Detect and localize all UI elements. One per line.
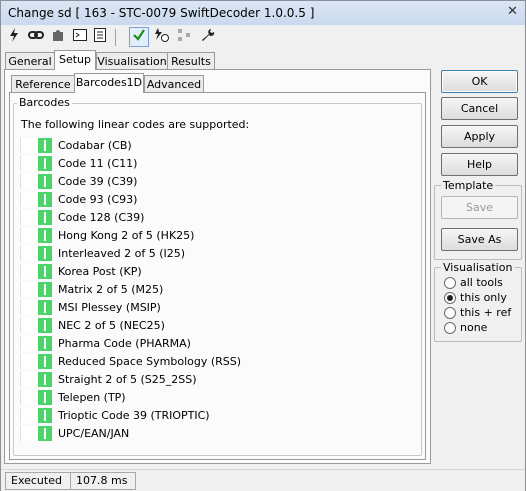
- lightning-icon[interactable]: [5, 28, 23, 46]
- enabled-indicator: [38, 390, 52, 405]
- enabled-indicator: [38, 156, 52, 171]
- timer-icon[interactable]: [153, 28, 171, 46]
- barcode-label: Codabar (CB): [58, 139, 132, 152]
- status-time: 107.8 ms: [70, 472, 136, 490]
- toolbar: [3, 27, 523, 49]
- apply-button[interactable]: Apply: [441, 125, 518, 148]
- barcode-label: Code 93 (C93): [58, 193, 138, 206]
- tab-results[interactable]: Results: [167, 52, 215, 70]
- radio-label-all-tools: all tools: [460, 276, 503, 289]
- enabled-indicator: [38, 426, 52, 441]
- barcode-toggle[interactable]: [20, 264, 52, 279]
- toolbar-separator: [115, 29, 116, 46]
- barcode-toggle[interactable]: [20, 426, 52, 441]
- subtab-reference[interactable]: Reference: [11, 75, 75, 93]
- enabled-indicator: [38, 138, 52, 153]
- status-bar: Executed 107.8 ms: [1, 469, 525, 491]
- wrench-icon[interactable]: [199, 28, 217, 46]
- barcode-label: Matrix 2 of 5 (M25): [58, 283, 164, 296]
- link-icon[interactable]: [27, 28, 45, 46]
- close-icon[interactable]: ✕: [506, 5, 519, 18]
- ok-button[interactable]: OK: [441, 70, 518, 93]
- supported-codes-intro: The following linear codes are supported…: [21, 118, 250, 131]
- console-icon[interactable]: [71, 28, 89, 46]
- enabled-indicator: [38, 372, 52, 387]
- check-icon[interactable]: [129, 27, 149, 47]
- barcode-toggle[interactable]: [20, 156, 52, 171]
- cancel-button[interactable]: Cancel: [441, 97, 518, 120]
- dialog-window: Change sd [ 163 - STC-0079 SwiftDecoder …: [0, 0, 526, 491]
- barcode-label: Interleaved 2 of 5 (I25): [58, 247, 186, 260]
- enabled-indicator: [38, 228, 52, 243]
- puzzle-icon[interactable]: [49, 28, 67, 46]
- template-save-button: Save: [441, 196, 518, 219]
- enabled-indicator: [38, 192, 52, 207]
- radio-label-this-plus-ref: this + ref: [460, 306, 512, 319]
- radio-none[interactable]: [444, 322, 456, 334]
- enabled-indicator: [38, 282, 52, 297]
- radio-label-none: none: [460, 321, 488, 334]
- enabled-indicator: [38, 318, 52, 333]
- barcode-toggle[interactable]: [20, 228, 52, 243]
- window-title: Change sd [ 163 - STC-0079 SwiftDecoder …: [8, 6, 315, 20]
- barcode-toggle[interactable]: [20, 318, 52, 333]
- barcode-label: UPC/EAN/JAN: [58, 427, 130, 440]
- barcode-label: Code 11 (C11): [58, 157, 138, 170]
- barcode-toggle[interactable]: [20, 372, 52, 387]
- barcode-label: Reduced Space Symbology (RSS): [58, 355, 242, 368]
- status-state: Executed: [5, 472, 71, 490]
- barcode-toggle[interactable]: [20, 300, 52, 315]
- barcode-toggle[interactable]: [20, 210, 52, 225]
- visualisation-title: Visualisation: [441, 261, 515, 274]
- subtab-advanced[interactable]: Advanced: [144, 75, 204, 93]
- radio-all-tools[interactable]: [444, 277, 456, 289]
- enabled-indicator: [38, 336, 52, 351]
- title-bar: Change sd [ 163 - STC-0079 SwiftDecoder …: [1, 1, 525, 25]
- tab-visualisation[interactable]: Visualisation: [96, 52, 168, 70]
- barcode-label: Telepen (TP): [58, 391, 126, 404]
- enabled-indicator: [38, 354, 52, 369]
- enabled-indicator: [38, 264, 52, 279]
- barcode-label: Code 128 (C39): [58, 211, 145, 224]
- radio-this-only[interactable]: [444, 292, 456, 304]
- barcodes-group-title: Barcodes: [17, 96, 72, 109]
- radio-this-plus-ref[interactable]: [444, 307, 456, 319]
- barcode-toggle[interactable]: [20, 138, 52, 153]
- enabled-indicator: [38, 246, 52, 261]
- barcode-toggle[interactable]: [20, 354, 52, 369]
- barcode-toggle[interactable]: [20, 336, 52, 351]
- barcode-toggle[interactable]: [20, 282, 52, 297]
- barcode-label: Korea Post (KP): [58, 265, 142, 278]
- barcode-label: MSI Plessey (MSIP): [58, 301, 161, 314]
- barcode-toggle[interactable]: [20, 246, 52, 261]
- barcode-toggle[interactable]: [20, 192, 52, 207]
- subtab-barcodes1d[interactable]: Barcodes1D: [74, 73, 144, 93]
- barcode-label: Trioptic Code 39 (TRIOPTIC): [58, 409, 210, 422]
- barcode-label: NEC 2 of 5 (NEC25): [58, 319, 165, 332]
- template-save-as-button[interactable]: Save As: [441, 228, 518, 251]
- tab-general[interactable]: General: [5, 52, 55, 70]
- barcode-toggle[interactable]: [20, 174, 52, 189]
- barcode-label: Pharma Code (PHARMA): [58, 337, 191, 350]
- enabled-indicator: [38, 210, 52, 225]
- radio-label-this-only: this only: [460, 291, 507, 304]
- barcode-label: Hong Kong 2 of 5 (HK25): [58, 229, 195, 242]
- enabled-indicator: [38, 174, 52, 189]
- barcode-label: Straight 2 of 5 (S25_2SS): [58, 373, 197, 386]
- barcode-toggle[interactable]: [20, 390, 52, 405]
- template-title: Template: [441, 179, 496, 192]
- tab-setup[interactable]: Setup: [54, 50, 96, 70]
- network-icon[interactable]: [175, 28, 193, 46]
- document-icon[interactable]: [91, 28, 109, 46]
- enabled-indicator: [38, 300, 52, 315]
- enabled-indicator: [38, 408, 52, 423]
- help-button[interactable]: Help: [441, 153, 518, 176]
- barcode-label: Code 39 (C39): [58, 175, 138, 188]
- barcode-toggle[interactable]: [20, 408, 52, 423]
